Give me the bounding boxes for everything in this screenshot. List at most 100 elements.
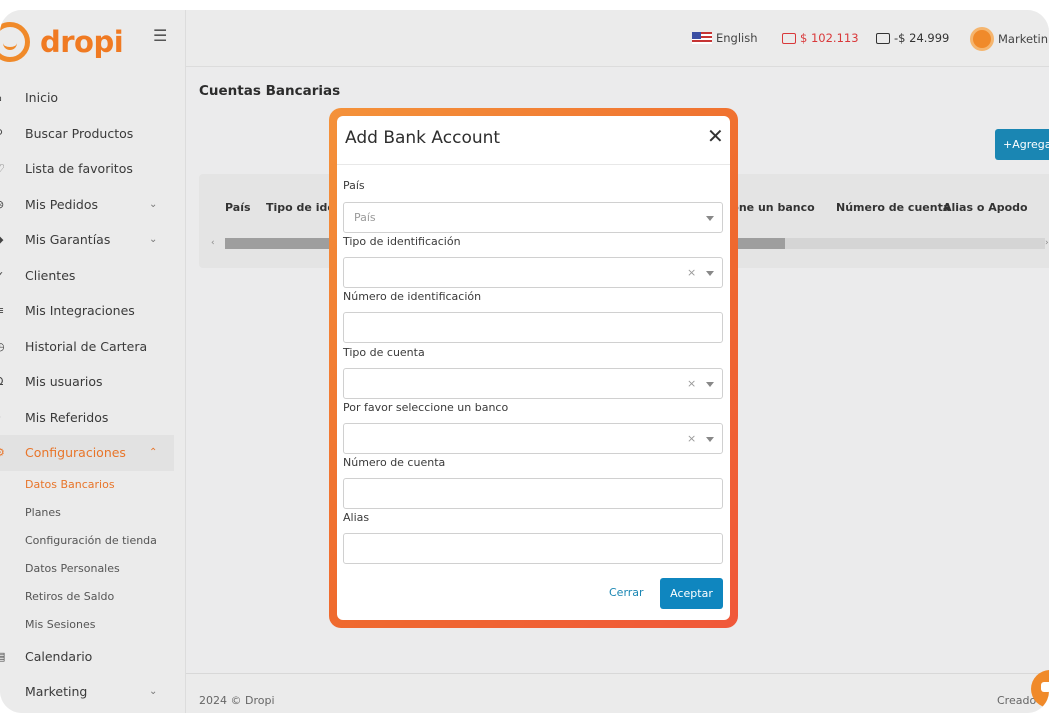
sidebar-item-historial-cartera[interactable]: ◷ Historial de Cartera bbox=[0, 329, 186, 365]
shield-icon: ◆ bbox=[0, 233, 7, 246]
cart-icon: ⊛ bbox=[0, 198, 7, 211]
sidebar-subitem-mis-sesiones[interactable]: Mis Sesiones bbox=[0, 611, 186, 639]
hamburger-menu-icon[interactable]: ☰ bbox=[153, 28, 167, 44]
sidebar-item-mis-referidos[interactable]: ⋆ Mis Referidos bbox=[0, 400, 186, 436]
sidebar-subitem-planes[interactable]: Planes bbox=[0, 499, 186, 527]
chevron-down-icon bbox=[706, 437, 714, 442]
topbar: English $ 102.113 -$ 24.999 Marketin bbox=[186, 10, 1049, 67]
chevron-down-icon: ⌄ bbox=[149, 234, 158, 246]
tipo-identificacion-select[interactable]: × bbox=[343, 257, 723, 288]
scroll-left-icon[interactable]: ‹ bbox=[211, 238, 215, 248]
sidebar-item-label: Lista de favoritos bbox=[25, 161, 133, 177]
user-menu[interactable]: Marketin bbox=[970, 27, 1048, 51]
sidebar-subitem-configuracion-tienda[interactable]: Configuración de tienda bbox=[0, 527, 186, 555]
sidebar-item-configuraciones[interactable]: ⚙ Configuraciones ⌃ bbox=[0, 435, 174, 471]
sidebar-item-inicio[interactable]: ⌂ Inicio bbox=[0, 80, 186, 116]
clear-icon[interactable]: × bbox=[687, 377, 696, 390]
sidebar-item-label: Clientes bbox=[25, 267, 76, 283]
chevron-down-icon: ⌄ bbox=[149, 686, 158, 698]
chevron-down-icon bbox=[706, 382, 714, 387]
history-icon: ◷ bbox=[0, 340, 7, 353]
sidebar-item-label: Historial de Cartera bbox=[25, 338, 148, 354]
modal-divider bbox=[337, 164, 730, 165]
add-bank-account-button[interactable]: +Agrega bbox=[995, 129, 1049, 160]
sidebar-item-label: Mis Pedidos bbox=[25, 196, 99, 212]
field-label-numero-identificacion: Número de identificación bbox=[343, 290, 482, 303]
wallet-icon bbox=[782, 32, 796, 44]
sidebar-item-mis-usuarios[interactable]: Ω Mis usuarios bbox=[0, 364, 186, 400]
sidebar-nav: ⌂ Inicio ⚲ Buscar Productos ♡ Lista de favo… bbox=[0, 80, 186, 710]
sidebar-item-lista-favoritos[interactable]: ♡ Lista de favoritos bbox=[0, 151, 186, 187]
numero-identificacion-input[interactable] bbox=[343, 312, 723, 343]
sidebar-item-label: Configuraciones bbox=[25, 445, 126, 461]
banco-select[interactable]: × bbox=[343, 423, 723, 454]
sidebar-item-marketing[interactable]: ♩ Marketing ⌄ bbox=[0, 674, 186, 710]
sidebar-item-label: Inicio bbox=[25, 90, 59, 106]
sidebar-item-mis-garantias[interactable]: ◆ Mis Garantías ⌄ bbox=[0, 222, 186, 258]
users-icon: Ω bbox=[0, 375, 7, 388]
sidebar-subitem-retiros-saldo[interactable]: Retiros de Saldo bbox=[0, 583, 186, 611]
user-name: Marketin bbox=[998, 32, 1049, 46]
megaphone-icon: ♩ bbox=[0, 685, 7, 698]
us-flag-icon bbox=[692, 32, 712, 44]
chevron-up-icon: ⌃ bbox=[149, 447, 158, 459]
chevron-down-icon bbox=[706, 271, 714, 276]
field-label-numero-cuenta: Número de cuenta bbox=[343, 456, 446, 469]
language-selector[interactable]: English bbox=[692, 31, 758, 45]
modal-title: Add Bank Account bbox=[345, 128, 501, 148]
referral-icon: ⋆ bbox=[0, 411, 7, 424]
dropi-logo-icon bbox=[0, 22, 30, 62]
plug-icon: ≡ bbox=[0, 304, 7, 317]
user-icon: ✓ bbox=[0, 269, 7, 282]
sidebar-item-buscar-productos[interactable]: ⚲ Buscar Productos bbox=[0, 116, 186, 152]
table-header: Número de cuenta bbox=[836, 201, 951, 214]
sidebar-item-mis-pedidos[interactable]: ⊛ Mis Pedidos ⌄ bbox=[0, 187, 186, 223]
pais-select[interactable]: País bbox=[343, 202, 723, 233]
sidebar-item-label: Buscar Productos bbox=[25, 125, 134, 141]
chevron-down-icon bbox=[706, 216, 714, 221]
page-title: Cuentas Bancarias bbox=[199, 83, 341, 99]
balance-positive[interactable]: $ 102.113 bbox=[782, 31, 859, 45]
sidebar: dropi ☰ ⌂ Inicio ⚲ Buscar Productos ♡ Lista… bbox=[0, 10, 186, 713]
table-header: Alias o Apodo bbox=[943, 201, 1028, 214]
footer-credit: Creado bbox=[997, 694, 1037, 707]
add-bank-account-modal: Add Bank Account ✕ País País Tipo de ide… bbox=[337, 116, 730, 620]
sidebar-item-label: Marketing bbox=[25, 684, 88, 700]
sidebar-item-mis-integraciones[interactable]: ≡ Mis Integraciones bbox=[0, 293, 186, 329]
chevron-down-icon: ⌄ bbox=[149, 198, 158, 210]
close-icon[interactable]: ✕ bbox=[707, 126, 724, 146]
wallet-icon bbox=[876, 32, 890, 44]
sidebar-item-calendario[interactable]: ▤ Calendario bbox=[0, 639, 186, 675]
field-label-pais: País bbox=[343, 179, 365, 192]
table-header: País bbox=[225, 201, 251, 214]
balance-positive-value: $ 102.113 bbox=[800, 31, 859, 45]
clear-icon[interactable]: × bbox=[687, 432, 696, 445]
sidebar-subitem-datos-bancarios[interactable]: Datos Bancarios bbox=[0, 471, 186, 499]
tipo-cuenta-select[interactable]: × bbox=[343, 368, 723, 399]
sidebar-item-label: Mis Garantías bbox=[25, 232, 111, 248]
scroll-right-icon[interactable]: › bbox=[1045, 238, 1049, 248]
avatar bbox=[970, 27, 994, 51]
language-label: English bbox=[716, 31, 758, 45]
balance-negative-value: -$ 24.999 bbox=[894, 31, 950, 45]
field-label-tipo-identificacion: Tipo de identificación bbox=[343, 235, 461, 248]
numero-cuenta-input[interactable] bbox=[343, 478, 723, 509]
gear-icon: ⚙ bbox=[0, 446, 7, 459]
cancel-button[interactable]: Cerrar bbox=[609, 586, 644, 599]
balance-negative[interactable]: -$ 24.999 bbox=[876, 31, 949, 45]
sidebar-item-clientes[interactable]: ✓ Clientes bbox=[0, 258, 186, 294]
pais-placeholder: País bbox=[354, 211, 376, 224]
field-label-banco: Por favor seleccione un banco bbox=[343, 401, 509, 414]
sidebar-item-label: Calendario bbox=[25, 648, 93, 664]
home-icon: ⌂ bbox=[0, 91, 7, 104]
calendar-icon: ▤ bbox=[0, 649, 6, 663]
sidebar-subitem-datos-personales[interactable]: Datos Personales bbox=[0, 555, 186, 583]
field-label-alias: Alias bbox=[343, 511, 370, 524]
logo-text: dropi bbox=[40, 25, 124, 59]
heart-icon: ♡ bbox=[0, 162, 7, 175]
search-icon: ⚲ bbox=[0, 127, 7, 140]
alias-input[interactable] bbox=[343, 533, 723, 564]
clear-icon[interactable]: × bbox=[687, 266, 696, 279]
accept-button[interactable]: Aceptar bbox=[660, 578, 723, 609]
field-label-tipo-cuenta: Tipo de cuenta bbox=[343, 346, 425, 359]
